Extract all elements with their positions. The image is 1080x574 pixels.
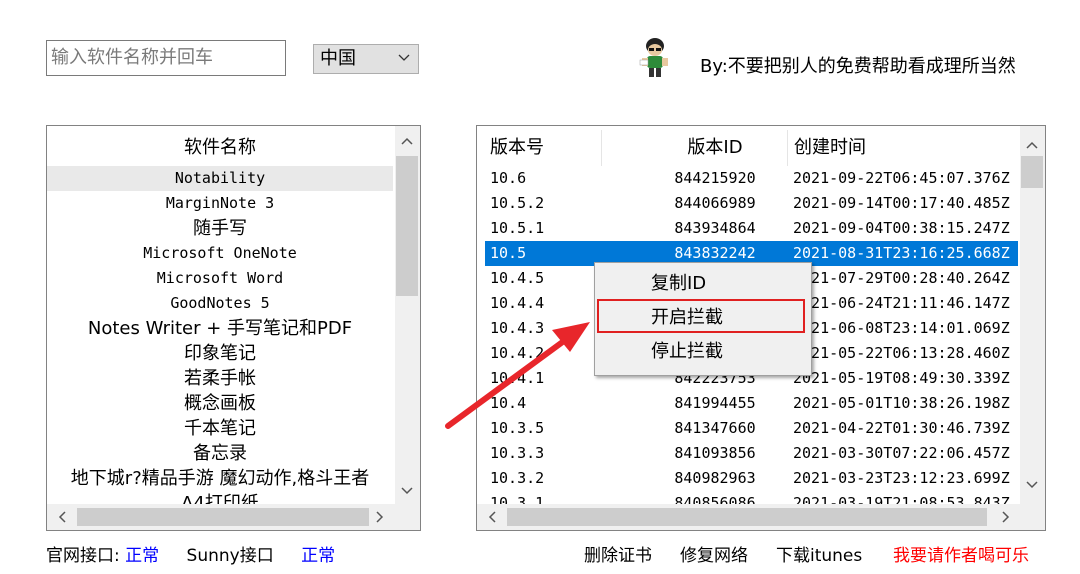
version-id-cell: 844066989: [674, 194, 756, 212]
software-list-item[interactable]: GoodNotes 5: [47, 291, 393, 316]
official-api-status: 正常: [125, 546, 160, 566]
software-list-item[interactable]: 随手写: [47, 216, 393, 241]
software-list-item[interactable]: MarginNote 3: [47, 191, 393, 216]
menu-item-enable-intercept[interactable]: 开启拦截: [651, 303, 723, 333]
created-time-cell: 2021-09-22T06:45:07.376Z: [793, 169, 1010, 187]
version-id-cell: 844215920: [674, 169, 756, 187]
created-time-cell: 2021-05-22T06:13:28.460Z: [793, 344, 1010, 362]
created-time-cell: 2021-08-31T23:16:25.668Z: [793, 244, 1010, 262]
scroll-thumb[interactable]: [1021, 156, 1043, 188]
table-row[interactable]: 10.3.3 841093856 2021-03-30T07:22:06.457Z: [485, 441, 1018, 466]
column-header-version[interactable]: 版本号: [490, 126, 544, 170]
column-divider: [787, 130, 788, 166]
scroll-up-icon[interactable]: [1021, 134, 1043, 156]
search-input[interactable]: 输入软件名称并回车: [46, 40, 286, 76]
created-time-cell: 2021-07-29T00:28:40.264Z: [793, 269, 1010, 287]
created-time-cell: 2021-03-30T07:22:06.457Z: [793, 444, 1010, 462]
version-table-vscroll[interactable]: [1020, 126, 1045, 506]
software-list-vscroll[interactable]: [395, 126, 420, 506]
version-cell: 10.3.2: [490, 469, 545, 487]
version-id-cell: 841994455: [674, 394, 756, 412]
region-select-value: 中国: [320, 48, 356, 69]
scroll-thumb[interactable]: [396, 156, 418, 296]
delete-cert-link[interactable]: 删除证书: [584, 541, 652, 566]
software-list-item[interactable]: Microsoft Word: [47, 266, 393, 291]
api-status-bar: 官网接口: 正常 Sunny接口 正常: [46, 541, 335, 566]
table-row[interactable]: 10.5.2 844066989 2021-09-14T00:17:40.485Z: [485, 191, 1018, 216]
software-list-item[interactable]: 印象笔记: [47, 341, 393, 366]
buy-author-cola-link[interactable]: 我要请作者喝可乐: [893, 541, 1029, 566]
version-cell: 10.3.3: [490, 444, 545, 462]
scroll-left-icon[interactable]: [51, 506, 73, 528]
created-time-cell: 2021-05-19T08:49:30.339Z: [793, 369, 1010, 387]
table-row[interactable]: 10.6 844215920 2021-09-22T06:45:07.376Z: [485, 166, 1018, 191]
software-list-item[interactable]: 地下城r?精品手游 魔幻动作,格斗王者: [47, 466, 393, 491]
region-select[interactable]: 中国: [313, 44, 419, 74]
menu-item-stop-intercept[interactable]: 停止拦截: [651, 337, 723, 367]
software-list-item[interactable]: Notes Writer + 手写笔记和PDF: [47, 316, 393, 341]
table-row[interactable]: 10.5.1 843934864 2021-09-04T00:38:15.247Z: [485, 216, 1018, 241]
software-list-item[interactable]: Notability: [47, 166, 393, 191]
version-id-cell: 841093856: [674, 444, 756, 462]
version-cell: 10.6: [490, 169, 527, 187]
scroll-down-icon[interactable]: [1021, 474, 1043, 496]
sunny-api-status: 正常: [301, 546, 336, 566]
scroll-down-icon[interactable]: [396, 480, 418, 502]
scroll-up-icon[interactable]: [396, 130, 418, 152]
context-menu: 复制ID 开启拦截 停止拦截: [594, 262, 812, 376]
column-divider: [601, 130, 602, 166]
scroll-right-icon[interactable]: [369, 506, 391, 528]
created-time-cell: 2021-09-14T00:17:40.485Z: [793, 194, 1010, 212]
annotation-arrow-icon: [445, 322, 590, 429]
version-id-cell: 840982963: [674, 469, 756, 487]
version-cell: 10.5.1: [490, 219, 545, 237]
author-byline: By:不要把别人的免费帮助看成理所当然: [700, 56, 1016, 77]
official-api-label: 官网接口:: [46, 546, 120, 566]
version-id-cell: 843934864: [674, 219, 756, 237]
version-cell: 10.5: [490, 244, 527, 262]
scroll-thumb[interactable]: [77, 508, 369, 526]
software-list-item[interactable]: 千本笔记: [47, 416, 393, 441]
download-itunes-link[interactable]: 下载itunes: [776, 541, 862, 566]
software-list-item[interactable]: 概念画板: [47, 391, 393, 416]
scroll-right-icon[interactable]: [995, 506, 1017, 528]
table-row[interactable]: 10.3.2 840982963 2021-03-23T23:12:23.699Z: [485, 466, 1018, 491]
software-list[interactable]: 软件名称 Notability MarginNote 3 随手写 Microsoft …: [46, 125, 421, 531]
chevron-down-icon: [398, 54, 410, 61]
created-time-cell: 2021-09-04T00:38:15.247Z: [793, 219, 1010, 237]
repair-network-link[interactable]: 修复网络: [680, 541, 748, 566]
created-time-cell: 2021-03-23T23:12:23.699Z: [793, 469, 1010, 487]
author-avatar-icon: [639, 38, 668, 77]
version-table-hscroll[interactable]: [477, 504, 1045, 530]
column-header-created-time[interactable]: 创建时间: [794, 126, 866, 170]
scroll-left-icon[interactable]: [481, 506, 503, 528]
version-cell: 10.5.2: [490, 194, 545, 212]
created-time-cell: 2021-06-24T21:11:46.147Z: [793, 294, 1010, 312]
created-time-cell: 2021-06-08T23:14:01.069Z: [793, 319, 1010, 337]
version-cell: 10.4.5: [490, 269, 545, 287]
version-id-cell: 841347660: [674, 419, 756, 437]
column-header-version-id[interactable]: 版本ID: [605, 126, 825, 170]
menu-item-copy-id[interactable]: 复制ID: [651, 269, 706, 299]
software-list-item[interactable]: Microsoft OneNote: [47, 241, 393, 266]
scroll-thumb[interactable]: [507, 508, 987, 526]
created-time-cell: 2021-05-01T10:38:26.198Z: [793, 394, 1010, 412]
created-time-cell: 2021-04-22T01:30:46.739Z: [793, 419, 1010, 437]
software-list-item[interactable]: 若柔手帐: [47, 366, 393, 391]
software-list-header[interactable]: 软件名称: [47, 126, 393, 170]
sunny-api-label: Sunny接口: [186, 546, 274, 566]
software-list-item[interactable]: 备忘录: [47, 441, 393, 466]
software-list-hscroll[interactable]: [47, 504, 420, 530]
